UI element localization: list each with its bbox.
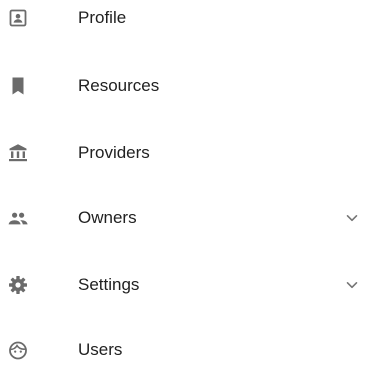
face-icon [8, 340, 28, 360]
sidebar-item-profile[interactable]: Profile [0, 0, 369, 48]
sidebar-item-label: Settings [78, 275, 140, 294]
sidebar-item-owners[interactable]: Owners [0, 192, 369, 248]
sidebar-item-label: Users [78, 340, 123, 359]
sidebar-item-resources[interactable]: Resources [0, 60, 369, 116]
account-box-icon [8, 8, 28, 28]
gear-icon [8, 275, 28, 295]
sidebar-item-settings[interactable]: Settings [0, 259, 369, 315]
sidebar-item-label: Owners [78, 208, 137, 227]
sidebar-nav: Profile Resources Providers Owners Setti… [0, 0, 369, 360]
bookmark-icon [8, 76, 28, 96]
sidebar-item-label: Profile [78, 8, 127, 27]
chevron-down-icon[interactable] [345, 211, 359, 225]
sidebar-item-providers[interactable]: Providers [0, 127, 369, 183]
chevron-down-icon[interactable] [345, 278, 359, 292]
sidebar-item-users[interactable]: Users [0, 324, 369, 380]
sidebar-item-label: Resources [78, 76, 160, 95]
bank-icon [8, 143, 28, 163]
people-icon [8, 208, 28, 228]
sidebar-item-label: Providers [78, 143, 150, 162]
